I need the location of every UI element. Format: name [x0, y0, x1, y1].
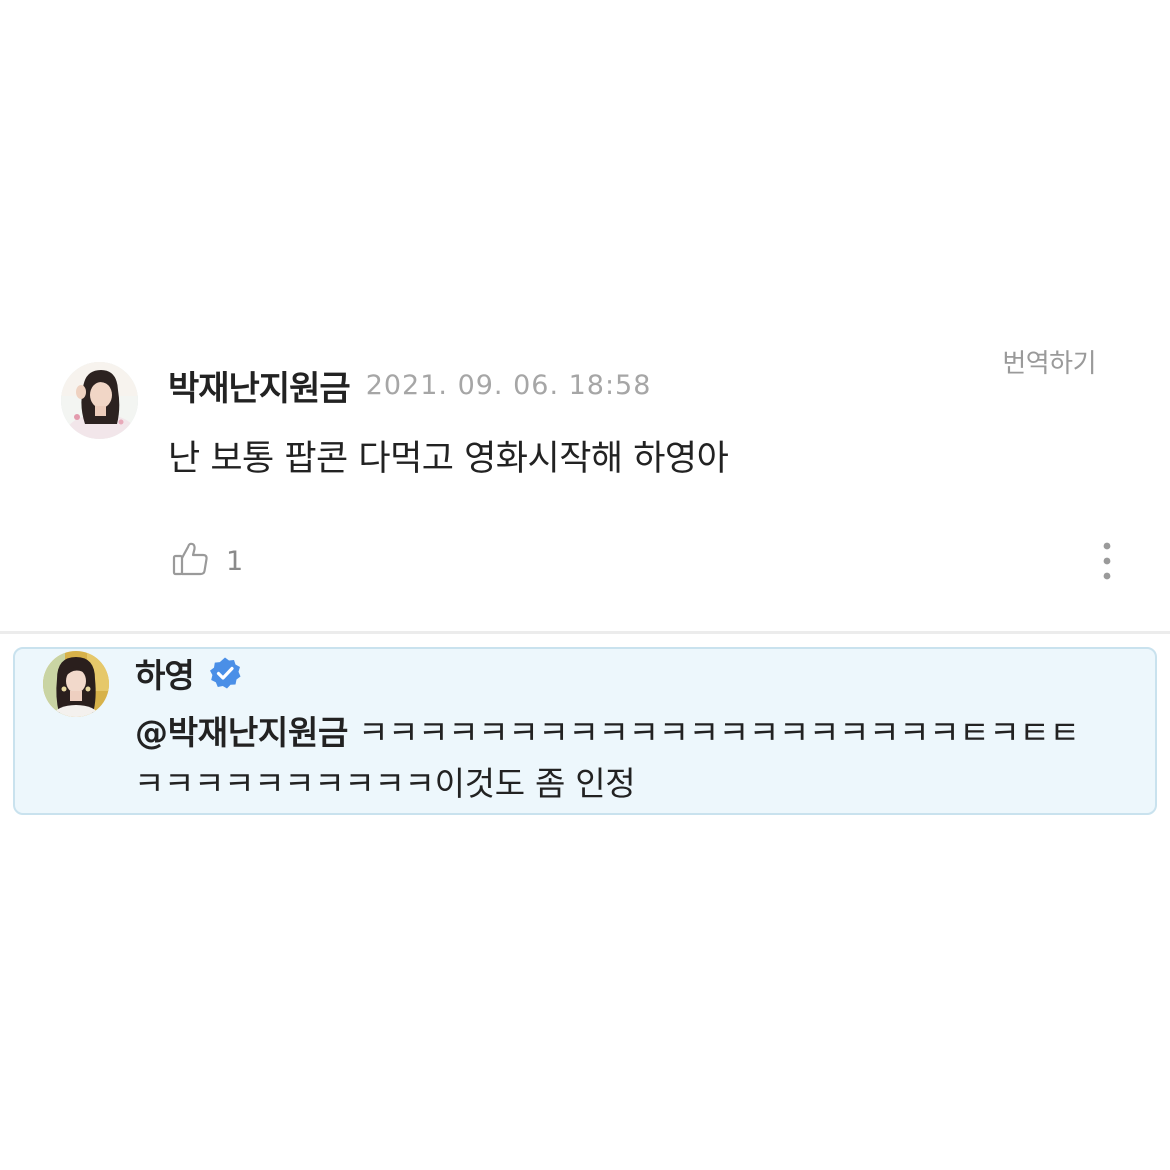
comment-author[interactable]: 박재난지원금 — [168, 361, 351, 410]
more-vertical-icon — [1094, 542, 1120, 586]
user-avatar-photo[interactable] — [61, 362, 138, 439]
artist-reply: 하영 @박재난지원금 ㅋㅋㅋㅋㅋㅋㅋㅋㅋㅋㅋㅋㅋㅋㅋㅋㅋㅋㅋㅋㅌㅋㅌㅌ ㅋㅋㅋㅋㅋ… — [13, 647, 1157, 815]
thumbs-up-icon — [170, 539, 210, 583]
artist-avatar-photo[interactable] — [43, 651, 109, 717]
comment-thread: 박재난지원금 2021. 09. 06. 18:58 번역하기 난 보통 팝콘 … — [0, 0, 1170, 1170]
like-count: 1 — [226, 545, 244, 577]
reply-author[interactable]: 하영 — [135, 649, 195, 697]
reply-header: 하영 — [135, 651, 242, 695]
verified-badge-icon — [208, 656, 242, 690]
reply-text-line-1: @박재난지원금 ㅋㅋㅋㅋㅋㅋㅋㅋㅋㅋㅋㅋㅋㅋㅋㅋㅋㅋㅋㅋㅌㅋㅌㅌ — [135, 707, 1135, 758]
comment-timestamp: 2021. 09. 06. 18:58 — [365, 369, 652, 401]
comment-text: 난 보통 팝콘 다먹고 영화시작해 하영아 — [168, 439, 729, 479]
mention-link[interactable]: @박재난지원금 — [135, 713, 348, 752]
reply-text-segment-1: ㅋㅋㅋㅋㅋㅋㅋㅋㅋㅋㅋㅋㅋㅋㅋㅋㅋㅋㅋㅋㅌㅋㅌㅌ — [358, 713, 1080, 752]
comment-item: 박재난지원금 2021. 09. 06. 18:58 번역하기 난 보통 팝콘 … — [0, 0, 1170, 632]
like-button[interactable]: 1 — [170, 538, 243, 584]
reply-text-line-2: ㅋㅋㅋㅋㅋㅋㅋㅋㅋㅋ이것도 좀 인정 — [134, 764, 636, 803]
divider — [0, 631, 1170, 634]
translate-button[interactable]: 번역하기 — [1002, 343, 1096, 380]
reply-text: @박재난지원금 ㅋㅋㅋㅋㅋㅋㅋㅋㅋㅋㅋㅋㅋㅋㅋㅋㅋㅋㅋㅋㅌㅋㅌㅌ ㅋㅋㅋㅋㅋㅋㅋㅋ… — [134, 707, 1135, 809]
comment-header: 박재난지원금 2021. 09. 06. 18:58 — [168, 361, 652, 410]
more-options-button[interactable] — [1094, 540, 1120, 582]
